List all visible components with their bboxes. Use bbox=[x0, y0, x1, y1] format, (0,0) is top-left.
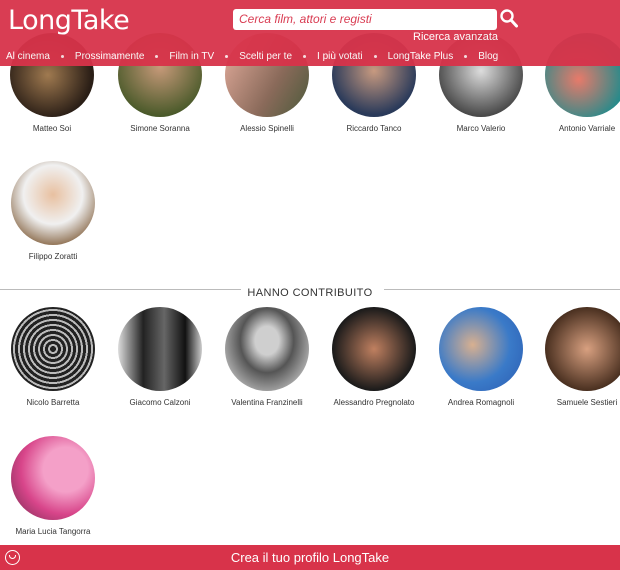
member-name[interactable]: Filippo Zoratti bbox=[1, 252, 105, 261]
avatar[interactable] bbox=[545, 307, 620, 391]
nav-item[interactable]: Scelti per te bbox=[239, 51, 292, 62]
avatar[interactable] bbox=[11, 161, 95, 245]
avatar[interactable] bbox=[225, 307, 309, 391]
create-profile-label[interactable]: Crea il tuo profilo LongTake bbox=[231, 550, 389, 565]
member-name[interactable]: Antonio Varriale bbox=[535, 124, 620, 133]
header: LongTake Cerca film, attori e registi Ri… bbox=[0, 0, 620, 66]
main-nav: Al cinema Prossimamente Film in TV Scelt… bbox=[0, 48, 620, 64]
nav-item[interactable]: Al cinema bbox=[6, 51, 50, 62]
member-name[interactable]: Matteo Soi bbox=[0, 124, 104, 133]
contributor[interactable]: Samuele Sestieri bbox=[535, 307, 620, 407]
contributor[interactable]: Valentina Franzinelli bbox=[215, 307, 319, 407]
nav-item[interactable]: Prossimamente bbox=[75, 51, 144, 62]
contributor[interactable]: Andrea Romagnoli bbox=[429, 307, 533, 407]
search-input[interactable]: Cerca film, attori e registi bbox=[233, 9, 497, 30]
contributor-name[interactable]: Samuele Sestieri bbox=[535, 398, 620, 407]
smile-icon bbox=[5, 550, 20, 565]
contributor-name[interactable]: Valentina Franzinelli bbox=[215, 398, 319, 407]
nav-separator bbox=[225, 54, 229, 58]
avatar[interactable] bbox=[332, 307, 416, 391]
avatar[interactable] bbox=[439, 307, 523, 391]
section-title: HANNO CONTRIBUITO bbox=[0, 283, 620, 299]
nav-item[interactable]: Film in TV bbox=[169, 51, 214, 62]
contributor-name[interactable]: Alessandro Pregnolato bbox=[322, 398, 426, 407]
member-name[interactable]: Alessio Spinelli bbox=[215, 124, 319, 133]
nav-item[interactable]: LongTake Plus bbox=[388, 51, 454, 62]
logo[interactable]: LongTake bbox=[8, 5, 130, 36]
contributor-name[interactable]: Nicolo Barretta bbox=[1, 398, 105, 407]
contributor[interactable]: Nicolo Barretta bbox=[1, 307, 105, 407]
avatar[interactable] bbox=[11, 436, 95, 520]
team-member[interactable]: Filippo Zoratti bbox=[1, 161, 105, 261]
divider bbox=[0, 289, 255, 290]
contributor-name[interactable]: Andrea Romagnoli bbox=[429, 398, 533, 407]
contributor-name[interactable]: Giacomo Calzoni bbox=[108, 398, 212, 407]
nav-item[interactable]: I più votati bbox=[317, 51, 363, 62]
nav-item[interactable]: Blog bbox=[478, 51, 498, 62]
nav-separator bbox=[303, 54, 307, 58]
page: Matteo Soi Simone Soranna Alessio Spinel… bbox=[0, 0, 620, 570]
member-name[interactable]: Riccardo Tanco bbox=[322, 124, 426, 133]
divider bbox=[384, 289, 620, 290]
search-icon[interactable] bbox=[500, 9, 518, 29]
contributor-name[interactable]: Maria Lucia Tangorra bbox=[1, 527, 105, 536]
advanced-search-link[interactable]: Ricerca avanzata bbox=[413, 31, 498, 43]
member-name[interactable]: Marco Valerio bbox=[429, 124, 533, 133]
contributors-title: HANNO CONTRIBUITO bbox=[241, 287, 379, 299]
avatar[interactable] bbox=[11, 307, 95, 391]
contributor[interactable]: Giacomo Calzoni bbox=[108, 307, 212, 407]
contributor[interactable]: Maria Lucia Tangorra bbox=[1, 436, 105, 536]
contributor[interactable]: Alessandro Pregnolato bbox=[322, 307, 426, 407]
member-name[interactable]: Simone Soranna bbox=[108, 124, 212, 133]
create-profile-bar[interactable]: Crea il tuo profilo LongTake bbox=[0, 545, 620, 570]
avatar[interactable] bbox=[118, 307, 202, 391]
nav-separator bbox=[155, 54, 159, 58]
nav-separator bbox=[373, 54, 377, 58]
nav-separator bbox=[60, 54, 64, 58]
nav-separator bbox=[464, 54, 468, 58]
